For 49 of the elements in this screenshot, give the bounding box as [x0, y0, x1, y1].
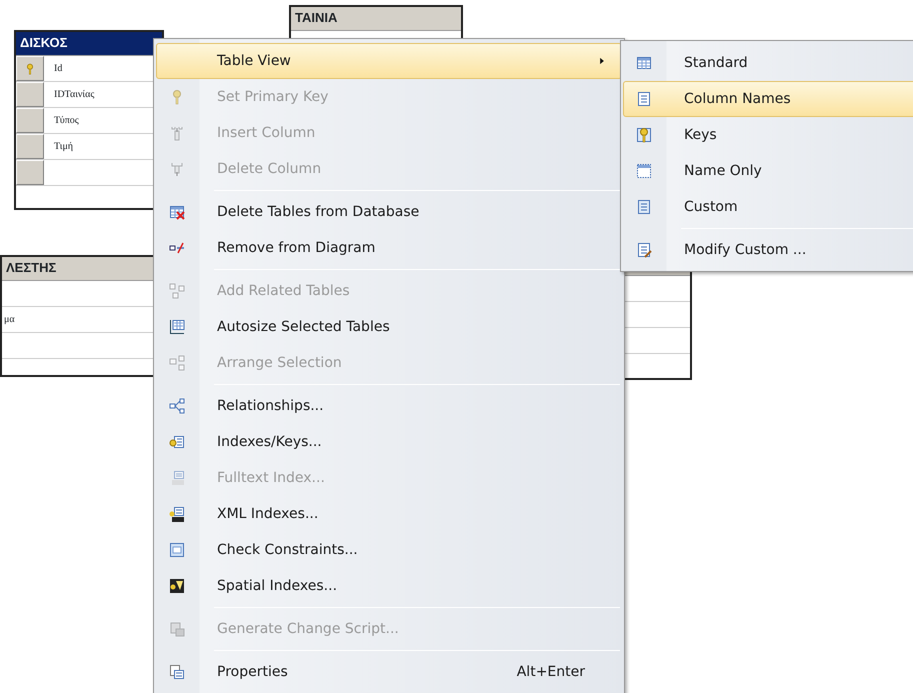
edit-icon	[636, 242, 652, 258]
xml-index-icon	[169, 506, 185, 522]
row-selector[interactable]	[16, 82, 44, 107]
name-only-icon	[636, 163, 652, 179]
menu-item[interactable]: Modify Custom ...	[623, 232, 913, 268]
arrange-icon	[169, 355, 185, 371]
menu-item[interactable]: Table View	[156, 43, 622, 79]
table-card[interactable]: ΔΙΣΚΟΣ Id IDΤαινίας Τύπος Τιμή	[14, 30, 164, 210]
spatial-index-icon	[169, 578, 185, 594]
menu-item[interactable]: Properties Alt+Enter	[156, 654, 622, 690]
column-name: Τιμή	[53, 141, 74, 152]
list-icon	[636, 199, 652, 215]
menu-item[interactable]: Custom	[623, 189, 913, 225]
table-title: ΤΑΙΝΙΑ	[295, 10, 338, 25]
key-icon	[636, 127, 652, 143]
row-selector[interactable]	[16, 56, 44, 81]
list-icon	[636, 91, 652, 107]
related-tables-icon	[169, 283, 185, 299]
properties-icon	[169, 664, 185, 680]
menu-item[interactable]: Standard	[623, 45, 913, 81]
menu-item[interactable]: Indexes/Keys...	[156, 424, 622, 460]
column-icon	[169, 161, 185, 177]
column-name: Τύπος	[53, 115, 79, 126]
autosize-icon	[169, 319, 185, 335]
column-name: μα	[3, 314, 15, 325]
remove-icon	[169, 240, 185, 256]
table-title: ΛΕΣΤΗΣ	[6, 260, 56, 275]
column-icon	[169, 125, 185, 141]
menu-item[interactable]: Keys	[623, 117, 913, 153]
menu-item[interactable]: Check Constraints...	[156, 532, 622, 568]
menu-item[interactable]: Relationships...	[156, 388, 622, 424]
index-key-icon	[169, 434, 185, 450]
menu-item[interactable]: Spatial Indexes...	[156, 568, 622, 604]
script-icon	[169, 621, 185, 637]
menu-item[interactable]: XML Indexes...	[156, 496, 622, 532]
row-selector[interactable]	[16, 134, 44, 159]
table-title: ΔΙΣΚΟΣ	[20, 35, 68, 50]
key-icon	[24, 62, 36, 76]
row-selector[interactable]	[16, 160, 44, 185]
menu-item[interactable]: Name Only	[623, 153, 913, 189]
row-selector[interactable]	[16, 108, 44, 133]
column-name: Id	[53, 63, 62, 74]
menu-item[interactable]: Column Names	[623, 81, 913, 117]
relationship-icon	[169, 398, 185, 414]
column-name: IDΤαινίας	[53, 89, 94, 100]
table-icon	[636, 55, 652, 71]
fulltext-index-icon	[169, 470, 185, 486]
table-delete-icon	[169, 204, 185, 220]
table-icon	[169, 542, 185, 558]
